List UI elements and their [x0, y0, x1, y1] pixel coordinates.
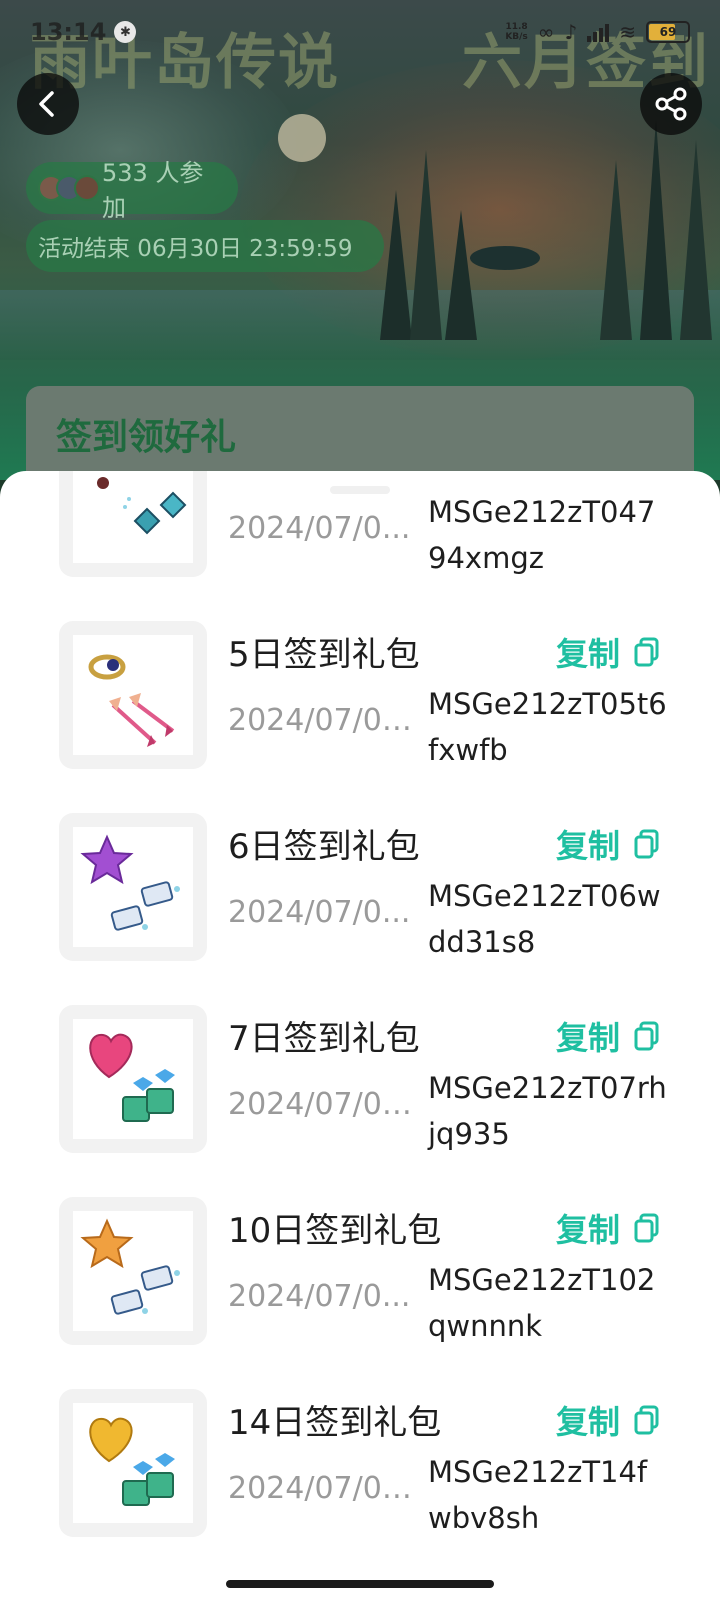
signal-icon: [587, 22, 610, 42]
list-item: 6日签到礼包 复制 2024/07/0... MSGe212zT06wdd31s…: [0, 813, 720, 963]
participants-count: 533 人参加: [102, 159, 204, 222]
screen: 雨叶岛传说 六月签到 13:14 ✱ 11.8 KB/s ∞ ♪ ≋ 69 53…: [0, 0, 720, 1600]
gift-expiry-date: 2024/07/0...: [228, 895, 411, 930]
gift-expiry-date: 2024/07/07...: [228, 1087, 414, 1122]
copy-icon: [634, 829, 659, 859]
copy-button[interactable]: 复制: [556, 1397, 660, 1443]
status-time: 13:14: [30, 18, 107, 46]
gift-expiry-date: 2024/07/07...: [228, 1471, 414, 1506]
hd-icon: ∞: [537, 20, 555, 44]
gift-name: 6日签到礼包: [228, 827, 420, 867]
copy-button[interactable]: 复制: [556, 1205, 660, 1251]
status-bar: 13:14 ✱ 11.8 KB/s ∞ ♪ ≋ 69: [0, 0, 720, 64]
gift-code: MSGe212zT04794xmgz: [428, 495, 656, 575]
participants-badge: 533 人参加: [26, 159, 238, 222]
copy-button[interactable]: 复制: [556, 1013, 660, 1059]
gift-thumbnail: [59, 471, 207, 577]
participant-avatars: [38, 175, 100, 201]
gift-codes-sheet: 2024/07/0... MSGe212zT04794xmgz 5日签到礼包 复…: [0, 471, 720, 1600]
gem-shards-icon: [73, 471, 193, 563]
pink-heart-icon: [73, 1019, 193, 1139]
network-speed: 11.8 KB/s: [505, 22, 528, 42]
battery-level: 69: [659, 25, 677, 39]
purple-star-icon: [73, 827, 193, 947]
moon-illustration: [278, 114, 326, 162]
copy-icon: [634, 1405, 659, 1435]
gift-thumbnail: [59, 1389, 207, 1537]
share-icon: [655, 87, 687, 121]
orange-star-icon: [73, 1211, 193, 1331]
app-notification-icon: ✱: [114, 21, 137, 43]
back-button[interactable]: [17, 73, 79, 135]
battery-icon: 69: [646, 21, 690, 43]
gift-thumbnail: [59, 1005, 207, 1153]
gift-thumbnail: [59, 813, 207, 961]
list-item: 5日签到礼包 复制 2024/07/07... MSGe212zT05t6fxw…: [0, 621, 720, 771]
copy-button[interactable]: 复制: [556, 629, 660, 675]
copy-label: 复制: [555, 827, 620, 865]
gift-name: 10日签到礼包: [228, 1211, 442, 1251]
avatar: [74, 175, 100, 201]
gift-code: MSGe212zT07rhjq935: [428, 1071, 667, 1151]
gift-code: MSGe212zT06wdd31s8: [428, 879, 661, 959]
event-end-time: 活动结束 06月30日 23:59:59: [26, 220, 384, 272]
mute-icon: ♪: [564, 20, 578, 44]
gift-expiry-date: 2024/07/07...: [228, 703, 414, 738]
gift-name: 14日签到礼包: [228, 1403, 442, 1443]
copy-icon: [634, 1021, 659, 1051]
chevron-left-icon: [39, 91, 54, 117]
list-item: 14日签到礼包 复制 2024/07/07... MSGe212zT14fwbv…: [0, 1389, 720, 1539]
ring-arrows-icon: [73, 635, 193, 755]
gift-thumbnail: [59, 621, 207, 769]
gift-code: MSGe212zT102qwnnnk: [428, 1263, 656, 1343]
list-item: 10日签到礼包 复制 2024/07/0... MSGe212zT102qwnn…: [0, 1197, 720, 1347]
gift-name: 5日签到礼包: [228, 635, 420, 675]
gold-heart-icon: [73, 1403, 193, 1523]
copy-label: 复制: [555, 1211, 620, 1249]
signin-card-title: 签到领好礼: [56, 417, 237, 458]
copy-label: 复制: [555, 1019, 620, 1057]
copy-icon: [634, 1213, 659, 1243]
gift-name: 7日签到礼包: [228, 1019, 420, 1059]
gift-code: MSGe212zT14fwbv8sh: [428, 1455, 648, 1535]
gift-expiry-date: 2024/07/0...: [228, 511, 411, 546]
copy-icon: [634, 637, 659, 667]
copy-button[interactable]: 复制: [556, 821, 660, 867]
gift-expiry-date: 2024/07/0...: [228, 1279, 411, 1314]
list-item: 2024/07/0... MSGe212zT04794xmgz: [0, 471, 720, 579]
list-item: 7日签到礼包 复制 2024/07/07... MSGe212zT07rhjq9…: [0, 1005, 720, 1155]
home-indicator[interactable]: [226, 1580, 494, 1588]
copy-label: 复制: [555, 1403, 620, 1441]
wifi-icon: ≋: [619, 20, 636, 44]
gift-thumbnail: [59, 1197, 207, 1345]
gift-code: MSGe212zT05t6fxwfb: [428, 687, 667, 767]
copy-label: 复制: [555, 635, 620, 673]
share-button[interactable]: [640, 73, 702, 135]
